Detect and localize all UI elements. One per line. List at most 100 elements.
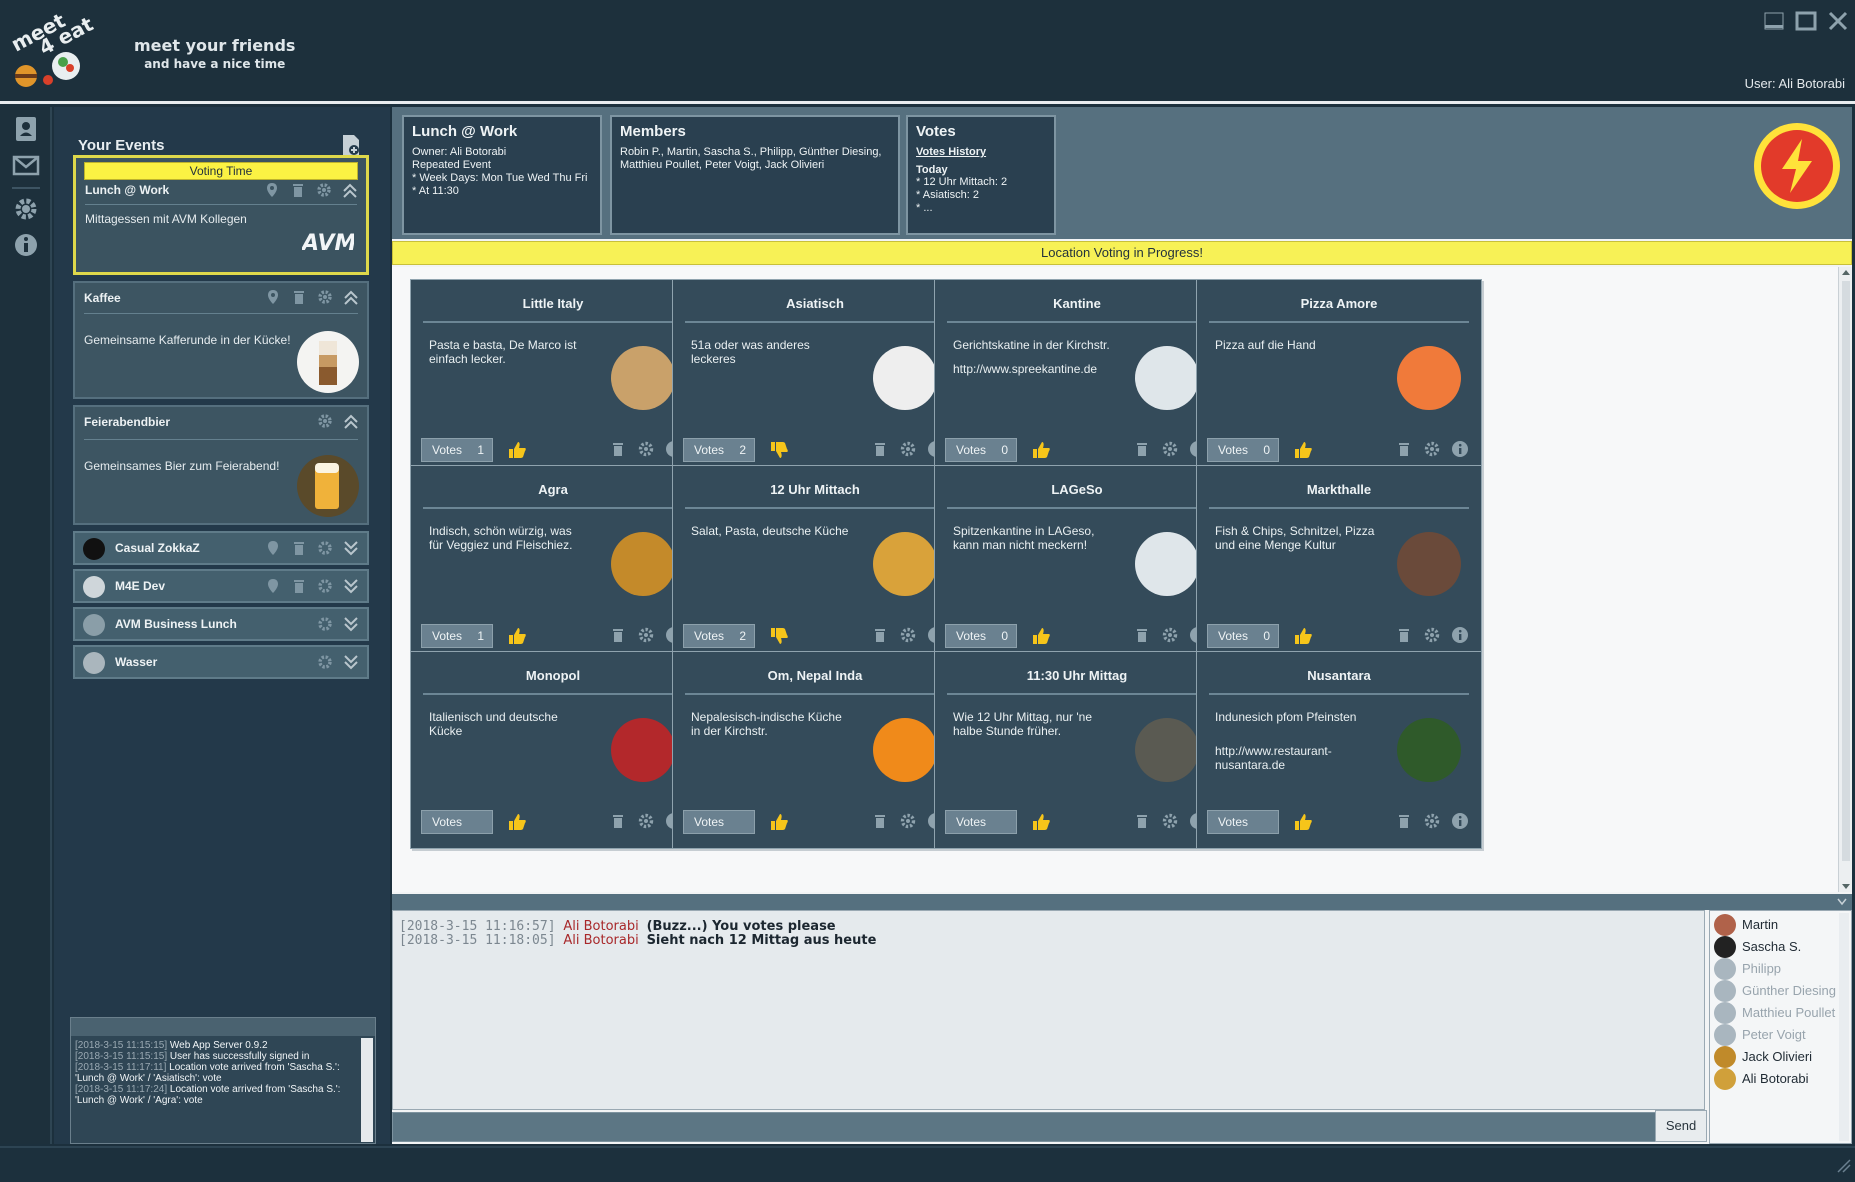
location-card[interactable]: 12 Uhr Mittach Salat, Pasta, deutsche Küc… [672, 465, 958, 663]
trash-icon[interactable] [1395, 440, 1413, 458]
trash-icon[interactable] [1133, 626, 1151, 644]
expand-chevron-down-icon[interactable] [343, 654, 359, 670]
thumbs-up-icon[interactable] [507, 440, 527, 460]
gear-icon[interactable] [1161, 812, 1179, 830]
location-url[interactable]: http://www.restaurant-nusantara.de [1215, 744, 1375, 772]
location-pin-icon[interactable] [265, 578, 281, 594]
location-card[interactable]: Monopol Italienisch und deutsche Kücke Vot… [410, 651, 696, 849]
info-icon[interactable] [1451, 812, 1469, 830]
trash-icon[interactable] [871, 812, 889, 830]
chat-member[interactable]: Sascha S. [1714, 935, 1840, 959]
gear-icon[interactable] [637, 440, 655, 458]
expand-chevron-down-icon[interactable] [343, 540, 359, 556]
trash-icon[interactable] [609, 812, 627, 830]
close-button[interactable] [1826, 10, 1850, 32]
gear-icon[interactable] [637, 812, 655, 830]
location-card[interactable]: Nusantara Indunesich pfom Pfeinsten http:/… [1196, 651, 1482, 849]
chat-member[interactable]: Martin [1714, 913, 1840, 937]
gear-icon[interactable] [317, 289, 333, 305]
maximize-button[interactable] [1794, 10, 1818, 32]
location-pin-icon[interactable] [265, 289, 281, 305]
expand-chevron-down-icon[interactable] [343, 616, 359, 632]
trash-icon[interactable] [291, 578, 307, 594]
location-card[interactable]: Om, Nepal Inda Nepalesisch-indische Küche… [672, 651, 958, 849]
minimize-button[interactable] [1762, 10, 1786, 32]
event-card-lunch-at-work[interactable]: Voting Time Lunch @ Work Mittagessen mit… [73, 155, 369, 275]
location-card[interactable]: LAGeSo Spitzenkantine in LAGeso, kann man… [934, 465, 1220, 663]
location-card[interactable]: Pizza Amore Pizza auf die Hand Votes 0 [1196, 279, 1482, 477]
gear-icon[interactable] [317, 654, 333, 670]
event-collapsed-wasser[interactable]: Wasser [73, 645, 369, 679]
event-collapsed-m4e-dev[interactable]: M4E Dev [73, 569, 369, 603]
event-card-kaffee[interactable]: Kaffee Gemeinsame Kafferunde in der Kück… [73, 281, 369, 399]
thumbs-up-icon[interactable] [1031, 440, 1051, 460]
chat-splitter[interactable] [392, 894, 1852, 910]
gear-icon[interactable] [1161, 626, 1179, 644]
thumbs-up-icon[interactable] [769, 812, 789, 832]
thumbs-down-icon[interactable] [769, 440, 789, 460]
thumbs-up-icon[interactable] [507, 626, 527, 646]
trash-icon[interactable] [291, 540, 307, 556]
location-pin-icon[interactable] [265, 540, 281, 556]
location-card[interactable]: 11:30 Uhr Mittag Wie 12 Uhr Mittag, nur '… [934, 651, 1220, 849]
collapse-chevron-up-icon[interactable] [343, 289, 359, 305]
trash-icon[interactable] [871, 626, 889, 644]
trash-icon[interactable] [1395, 626, 1413, 644]
trash-icon[interactable] [291, 289, 307, 305]
votes-history-link[interactable]: Votes History [916, 146, 1046, 158]
gear-icon[interactable] [1423, 440, 1441, 458]
chat-member[interactable]: Philipp [1714, 957, 1840, 981]
message-input[interactable] [392, 1112, 1705, 1142]
collapse-chevron-up-icon[interactable] [342, 182, 358, 198]
location-card[interactable]: Little Italy Pasta e basta, De Marco ist … [410, 279, 696, 477]
gear-icon[interactable] [317, 616, 333, 632]
gear-icon[interactable] [899, 440, 917, 458]
chat-member[interactable]: Jack Olivieri [1714, 1045, 1840, 1069]
chat-member[interactable]: Matthieu Poullet [1714, 1001, 1840, 1025]
event-card-feierabendbier[interactable]: Feierabendbier Gemeinsames Bier zum Feie… [73, 405, 369, 525]
trash-icon[interactable] [609, 440, 627, 458]
gear-icon[interactable] [899, 626, 917, 644]
event-collapsed-casual-zokkaz[interactable]: Casual ZokkaZ [73, 531, 369, 565]
trash-icon[interactable] [609, 626, 627, 644]
gear-icon[interactable] [317, 578, 333, 594]
trash-icon[interactable] [1133, 812, 1151, 830]
thumbs-down-icon[interactable] [769, 626, 789, 646]
contacts-icon[interactable] [12, 115, 40, 143]
location-card[interactable]: Markthalle Fish & Chips, Schnitzel, Pizza… [1196, 465, 1482, 663]
gear-icon[interactable] [317, 540, 333, 556]
thumbs-up-icon[interactable] [1293, 812, 1313, 832]
gear-icon[interactable] [637, 626, 655, 644]
chat-member[interactable]: Ali Botorabi [1714, 1067, 1840, 1091]
gear-icon[interactable] [1161, 440, 1179, 458]
expand-chevron-down-icon[interactable] [343, 578, 359, 594]
send-button[interactable]: Send [1655, 1110, 1707, 1142]
gear-icon[interactable] [1423, 812, 1441, 830]
chat-member[interactable]: Günther Diesing [1714, 979, 1840, 1003]
info-icon[interactable] [1451, 440, 1469, 458]
thumbs-up-icon[interactable] [1031, 812, 1051, 832]
location-card[interactable]: Asiatisch 51a oder was anderes leckeres Vo… [672, 279, 958, 477]
trash-icon[interactable] [871, 440, 889, 458]
thumbs-up-icon[interactable] [507, 812, 527, 832]
collapse-chevron-up-icon[interactable] [343, 413, 359, 429]
thumbs-up-icon[interactable] [1293, 440, 1313, 460]
thumbs-up-icon[interactable] [1031, 626, 1051, 646]
location-url[interactable]: http://www.spreekantine.de [953, 362, 1113, 376]
info-icon[interactable] [1451, 626, 1469, 644]
event-collapsed-avm-business-lunch[interactable]: AVM Business Lunch [73, 607, 369, 641]
location-card[interactable]: Agra Indisch, schön würzig, was für Veggi… [410, 465, 696, 663]
trash-icon[interactable] [290, 182, 306, 198]
location-pin-icon[interactable] [264, 182, 280, 198]
thumbs-up-icon[interactable] [1293, 626, 1313, 646]
gear-icon[interactable] [317, 413, 333, 429]
chat-member[interactable]: Peter Voigt [1714, 1023, 1840, 1047]
gear-icon[interactable] [1423, 626, 1441, 644]
buzz-button[interactable] [1754, 123, 1840, 209]
log-scrollbar[interactable] [361, 1038, 373, 1142]
gear-icon[interactable] [899, 812, 917, 830]
info-icon[interactable] [12, 231, 40, 259]
trash-icon[interactable] [1133, 440, 1151, 458]
new-event-icon[interactable] [340, 133, 362, 157]
settings-gear-icon[interactable] [12, 195, 40, 223]
